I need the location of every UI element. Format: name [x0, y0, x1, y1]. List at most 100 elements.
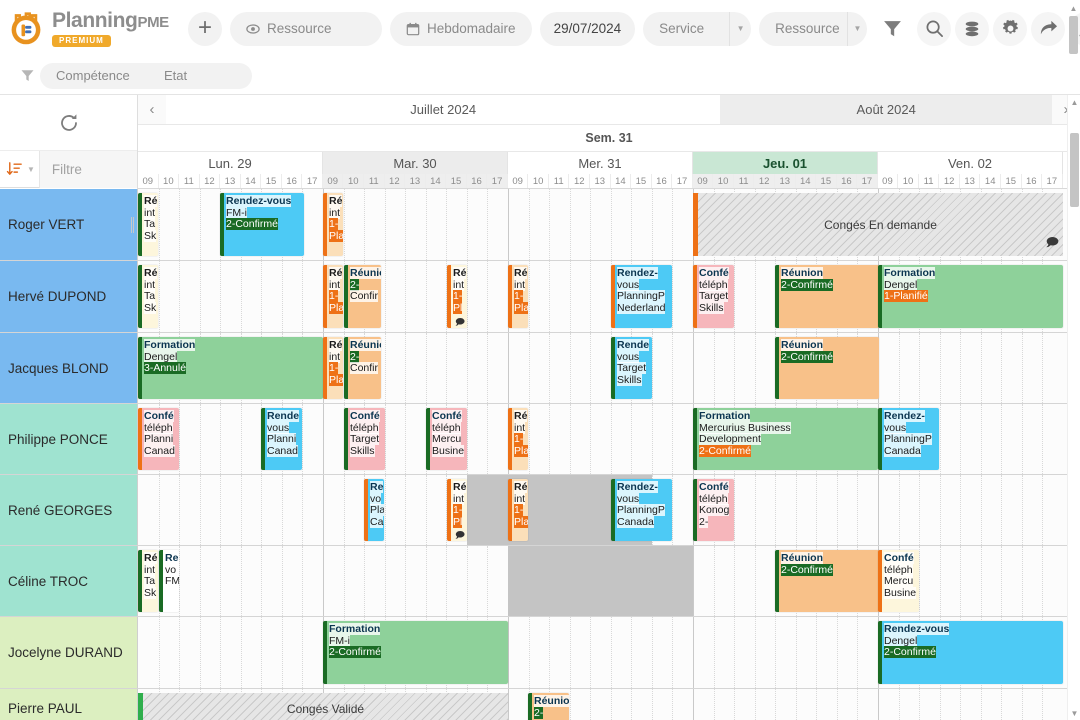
filter-button[interactable] [875, 12, 909, 46]
event-title: Confé [699, 267, 729, 279]
event-reunion-interne[interactable]: Ré int Ta Sk [138, 193, 158, 256]
hour-gridline [836, 617, 838, 688]
day-header[interactable]: Ven. 02 [878, 152, 1063, 174]
scroll-down-arrow[interactable]: ▼ [1068, 706, 1080, 720]
resource-lane[interactable]: FormationDengel3-AnnuléRéint1-PlaRéunio2… [138, 333, 1080, 403]
resource-view-selector[interactable]: Ressource [230, 11, 382, 46]
filter-bar-funnel-button[interactable] [14, 68, 40, 83]
sidebar-filter-input[interactable]: Filtre [38, 150, 137, 188]
event-formation[interactable]: Formation Mercurius Business Development 2-… [693, 408, 878, 470]
database-icon[interactable] [955, 11, 990, 46]
event-reunion-interne[interactable]: Ré int 1- Pla [323, 193, 343, 256]
page-scrollbar[interactable]: ▲ [1067, 0, 1080, 57]
resource-lane[interactable]: Congés Validé Réunio 2- [138, 689, 1080, 720]
event-reunion-interne[interactable]: Ré int 1- Pla [508, 265, 528, 328]
search-icon[interactable] [917, 11, 952, 46]
resource-lane[interactable]: Formation FM-i 2-Confirmé Rendez-vous Dengel… [138, 617, 1080, 688]
scroll-thumb[interactable] [1070, 133, 1079, 207]
hour-gridline [713, 617, 715, 688]
skill-filter[interactable]: Compétence [40, 62, 152, 89]
event-detail: 1- [329, 362, 339, 375]
event-reunion[interactable]: Réunion 2-Confirmé [775, 550, 879, 612]
resource-name-cell[interactable]: Jacques BLOND [0, 333, 138, 403]
absence-bar[interactable]: Congés En demande 🗩 [693, 193, 1063, 256]
event-reunion-interne[interactable]: Ré int 1- Pla [323, 265, 343, 328]
refresh-button[interactable] [0, 95, 137, 151]
event-reunion-interne[interactable]: Ré int 1- Pla [323, 337, 343, 399]
resource-lane[interactable]: Re vo Pla Ca Ré int 1- Pl 🗩 Ré int 1- Pla Rendez-vous… [138, 475, 1080, 545]
event-reunion-interne[interactable]: Ré int 1- Pla [508, 408, 528, 470]
event-formation[interactable]: Formation Dengel 1-Planifié [878, 265, 1063, 328]
event-conference-telephonique[interactable]: Confé téléph Target Skills [693, 265, 734, 328]
hour-gridline [631, 404, 633, 474]
resource-lane[interactable]: Congés En demande 🗩 Ré int Ta Sk Rendez-vous FM… [138, 189, 1080, 260]
service-select[interactable]: Service ▼ [643, 11, 752, 46]
day-header[interactable]: Mer. 31 [508, 152, 693, 174]
event-formation[interactable]: Formation Dengel 3-Annulé [138, 337, 323, 399]
event-reunion-interne[interactable]: Ré int Ta Sk [138, 265, 158, 328]
event-conference-telephonique[interactable]: Confé téléph Target Skills [344, 408, 385, 470]
event-reunion[interactable]: Réunion 2-Confirmé [775, 337, 879, 399]
day-header[interactable]: Mar. 30 [323, 152, 508, 174]
sort-icon[interactable] [6, 161, 23, 178]
hour-header: 09 [878, 174, 899, 188]
event-conference-telephonique[interactable]: Confé téléph Mercu Busine [878, 550, 919, 612]
resource-name-cell[interactable]: Pierre PAUL [0, 689, 138, 720]
event-reunion-interne[interactable]: Ré int 1- Pla [508, 479, 528, 541]
resource-name-cell[interactable]: René GEORGES [0, 475, 138, 545]
resource-lane[interactable]: RéintTaSkRéint1-PlaRéunio2-ConfirRéint1-… [138, 261, 1080, 332]
app-logo[interactable]: PlanningPME PREMIUM [8, 10, 180, 47]
scroll-thumb[interactable] [1069, 16, 1078, 54]
event-rendez-vous[interactable]: Rendez-vous Dengel 2-Confirmé [878, 621, 1063, 684]
event-rendez-vous[interactable]: Re vo FM [159, 550, 179, 612]
resource-name-cell[interactable]: Céline TROC [0, 546, 138, 616]
hour-gridline [631, 689, 633, 720]
event-detail: 1- [514, 504, 524, 517]
event-formation[interactable]: Formation FM-i 2-Confirmé [323, 621, 508, 684]
resource-lane[interactable]: Ré int Ta Sk Re vo FM Réunion 2-Confirmé Confé tél… [138, 546, 1080, 616]
grid-vertical-scrollbar[interactable]: ▲ ▼ [1067, 95, 1080, 720]
prev-period-button[interactable]: ‹ [138, 95, 166, 124]
gear-icon[interactable] [993, 11, 1028, 46]
resource-name-cell[interactable]: Hervé DUPOND [0, 261, 138, 332]
resource-name-cell[interactable]: Philippe PONCE [0, 404, 138, 474]
hour-header: 09 [508, 174, 529, 188]
resource-row: Philippe PONCE Confé téléph Planni Canad Rend… [0, 404, 1080, 475]
scroll-up-arrow[interactable]: ▲ [1067, 4, 1080, 13]
event-rendez-vous[interactable]: Re vo Pla Ca [364, 479, 384, 541]
hour-header: 17 [302, 174, 323, 188]
event-reunion[interactable]: Réunio2-Confir [344, 337, 381, 399]
period-selector[interactable]: Hebdomadaire [390, 11, 532, 46]
share-icon[interactable] [1031, 11, 1066, 46]
event-rendez-vous[interactable]: Rende vous Planni Canad [261, 408, 302, 470]
event-rendez-vous[interactable]: Rendez-vous PlanningP Nederland [611, 265, 672, 328]
event-rendez-vous[interactable]: Rendez-vous FM-i 2-Confirmé [220, 193, 304, 256]
resource-name-cell[interactable]: Roger VERT [0, 189, 138, 260]
date-field[interactable]: 29/07/2024 [539, 11, 636, 46]
day-header[interactable]: Lun. 29 [138, 152, 323, 174]
resource-lane[interactable]: Confé téléph Planni Canad Rende vous Planni Can… [138, 404, 1080, 474]
state-filter[interactable]: Etat [152, 62, 252, 89]
event-reunion-interne[interactable]: Ré int Ta Sk [138, 550, 158, 612]
scroll-up-arrow[interactable]: ▲ [1068, 95, 1080, 109]
sidebar-resize-handle[interactable] [131, 217, 135, 233]
resource-select[interactable]: Ressource ▼ [759, 11, 868, 46]
add-event-button[interactable]: + [188, 11, 222, 46]
event-rendez-vous[interactable]: Rende vous Target Skills [611, 337, 652, 399]
event-reunion[interactable]: Réunio2-Confir [344, 265, 381, 328]
event-reunion-interne[interactable]: Ré int 1- Pl 🗩 [447, 479, 467, 541]
absence-bar[interactable]: Congés Validé [138, 693, 508, 720]
chevron-down-icon[interactable]: ▼ [27, 165, 35, 174]
event-conference-telephonique[interactable]: Confé téléph Planni Canad [138, 408, 179, 470]
event-rendez-vous[interactable]: Rendez-vous PlanningP Canada [878, 408, 939, 470]
event-conference-telephonique[interactable]: Confé téléph Konog 2- [693, 479, 734, 541]
event-reunion-interne[interactable]: Ré int 1- Pl 🗩 [447, 265, 467, 328]
hour-gridline [610, 689, 612, 720]
event-reunion[interactable]: Réunio 2- [528, 693, 569, 720]
day-header[interactable]: Jeu. 01 [693, 152, 878, 174]
event-reunion[interactable]: Réunion 2-Confirmé [775, 265, 879, 328]
hour-gridline [261, 261, 263, 332]
resource-name-cell[interactable]: Jocelyne DURAND [0, 617, 138, 688]
event-conference-telephonique[interactable]: Confé téléph Mercu Busine [426, 408, 467, 470]
event-rendez-vous[interactable]: Rendez-vous PlanningP Canada [611, 479, 672, 541]
